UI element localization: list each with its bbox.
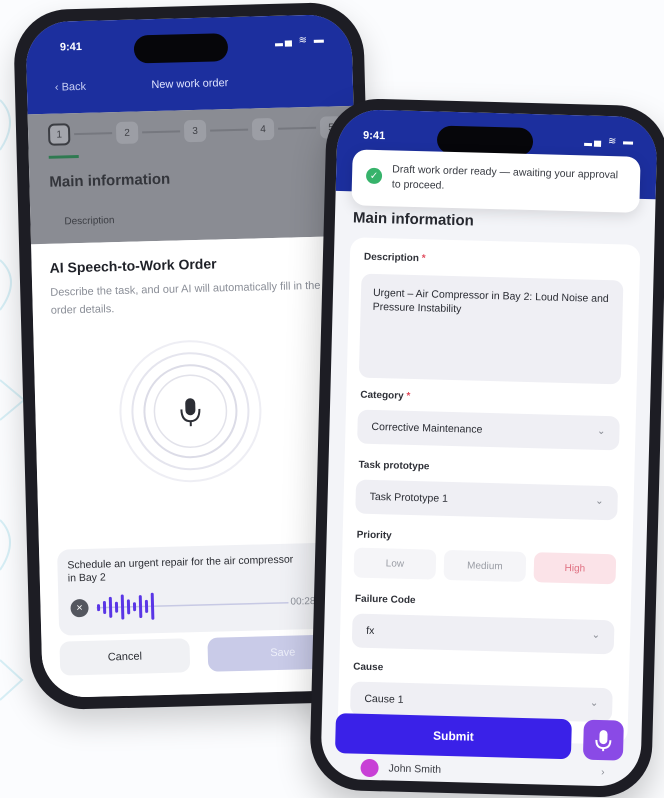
assignee-name: John Smith	[388, 762, 442, 776]
category-select[interactable]: Corrective Maintenance ⌄	[357, 409, 620, 451]
submit-button[interactable]: Submit	[334, 713, 572, 760]
front-phone-screen: 9:41 ▂▄ ≋ ▬ ✓ Draft work order ready — a…	[320, 108, 658, 788]
dynamic-island	[133, 33, 229, 64]
required-marker: *	[406, 390, 411, 402]
work-order-form: Description * Urgent – Air Compressor in…	[337, 237, 641, 745]
cause-value: Cause 1	[364, 692, 404, 706]
failure-code-label: Failure Code	[354, 593, 416, 607]
step-connector	[278, 126, 317, 130]
cancel-button[interactable]: Cancel	[59, 638, 191, 676]
failure-code-value: fx	[366, 624, 375, 638]
stepper: 1 2 3 4 5	[47, 116, 343, 146]
task-prototype-label: Task prototype	[358, 459, 430, 473]
status-time: 9:41	[362, 129, 386, 143]
description-field[interactable]: Urgent – Air Compressor in Bay 2: Loud N…	[358, 273, 624, 385]
microphone-icon	[595, 730, 612, 752]
priority-label: Priority	[356, 529, 392, 542]
avatar	[360, 758, 379, 778]
toast-message: Draft work order ready — awaiting your a…	[391, 163, 619, 192]
step-connector	[74, 132, 113, 136]
promo-canvas: 9:41 ▂▄ ≋ ▬ ‹ Back New work order 1 2 3 …	[0, 0, 664, 798]
clear-recording-button[interactable]: ×	[70, 598, 89, 618]
chevron-right-icon: ›	[601, 767, 605, 779]
step-4[interactable]: 4	[251, 117, 275, 141]
voice-input-button[interactable]	[582, 719, 624, 761]
status-time: 9:41	[59, 40, 83, 54]
description-label: Description *	[364, 252, 426, 265]
description-label: Description	[64, 215, 115, 228]
failure-code-select[interactable]: fx ⌄	[351, 613, 615, 655]
chevron-down-icon: ⌄	[591, 629, 601, 641]
priority-segmented-control: Low Medium High	[353, 547, 617, 585]
section-title: Main information	[49, 170, 171, 191]
step-3[interactable]: 3	[183, 119, 207, 143]
priority-low-button[interactable]: Low	[353, 547, 437, 580]
cause-label: Cause	[353, 661, 384, 674]
recording-duration: 00:28	[290, 595, 316, 608]
required-marker: *	[421, 253, 426, 265]
sheet-subtitle: Describe the task, and our AI will autom…	[50, 279, 347, 317]
task-prototype-select[interactable]: Task Prototype 1 ⌄	[355, 479, 619, 521]
record-mic-button[interactable]	[114, 334, 268, 488]
priority-high-button[interactable]: High	[533, 552, 617, 585]
chevron-down-icon: ⌄	[589, 697, 599, 709]
category-label: Category *	[360, 390, 410, 402]
task-prototype-value: Task Prototype 1	[369, 490, 449, 505]
status-icons: ▂▄ ≋ ▬	[274, 34, 326, 47]
chevron-down-icon: ⌄	[596, 425, 606, 438]
sheet-title: AI Speech-to-Work Order	[49, 255, 217, 276]
draft-ready-toast: ✓ Draft work order ready — awaiting your…	[351, 149, 641, 213]
assignee-row[interactable]: John Smith ›	[332, 755, 623, 787]
chevron-down-icon: ⌄	[595, 495, 604, 508]
app-header: 9:41 ▂▄ ≋ ▬ ‹ Back New work order	[25, 13, 354, 115]
header-title: New work order	[151, 77, 229, 92]
category-value: Corrective Maintenance	[371, 420, 483, 436]
description-label-text: Description	[363, 251, 420, 265]
transcript-text: Schedule an urgent repair for the air co…	[67, 553, 294, 585]
step-connector	[142, 130, 181, 134]
step-1[interactable]: 1	[47, 123, 71, 146]
step-2[interactable]: 2	[115, 121, 139, 145]
audio-waveform-icon	[96, 592, 289, 620]
priority-medium-button[interactable]: Medium	[443, 549, 527, 583]
check-circle-icon: ✓	[365, 167, 383, 185]
category-label-text: Category	[360, 389, 404, 402]
step-connector	[210, 128, 249, 132]
status-icons: ▂▄ ≋ ▬	[584, 135, 636, 148]
section-title: Main information	[352, 209, 474, 230]
front-phone: 9:41 ▂▄ ≋ ▬ ✓ Draft work order ready — a…	[309, 97, 664, 798]
